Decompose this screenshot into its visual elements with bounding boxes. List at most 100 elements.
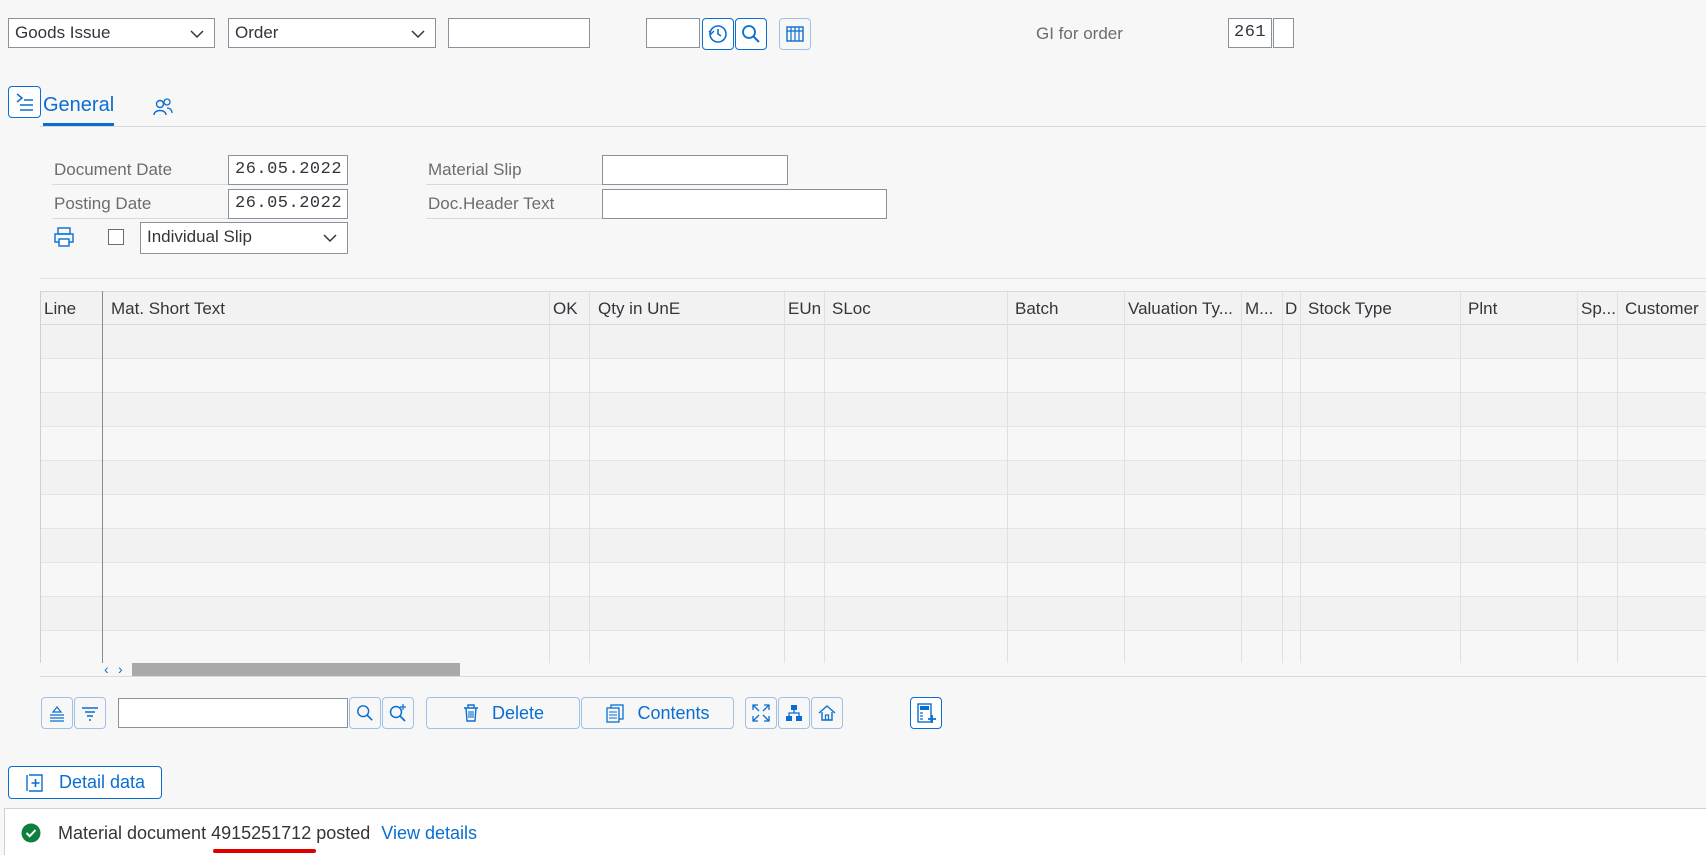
column-divider bbox=[1460, 291, 1461, 663]
message-suffix: posted bbox=[316, 823, 371, 843]
column-header[interactable]: Valuation Ty... bbox=[1124, 292, 1241, 326]
table-row[interactable] bbox=[40, 597, 1706, 631]
scrollbar-thumb[interactable] bbox=[132, 663, 460, 676]
delete-button[interactable]: Delete bbox=[426, 697, 580, 729]
document-date-input[interactable]: 26.05.2022 bbox=[228, 155, 348, 185]
table-row[interactable] bbox=[40, 631, 1706, 665]
reference-value: Order bbox=[235, 23, 279, 42]
history-button[interactable] bbox=[702, 18, 734, 50]
filter-button[interactable] bbox=[74, 697, 106, 729]
material-slip-line bbox=[426, 184, 602, 185]
search-button[interactable] bbox=[735, 18, 767, 50]
column-divider bbox=[1282, 291, 1283, 663]
collapse-header-icon bbox=[16, 93, 33, 111]
add-line-button[interactable] bbox=[910, 697, 942, 729]
table-header: Line Mat. Short Text OK Qty in UnE EUn S… bbox=[40, 291, 1706, 325]
settings-button[interactable] bbox=[779, 18, 811, 50]
detail-data-label: Detail data bbox=[59, 772, 146, 792]
material-slip-input[interactable] bbox=[602, 155, 788, 185]
table-row[interactable] bbox=[40, 359, 1706, 393]
column-divider bbox=[549, 291, 550, 663]
table-row[interactable] bbox=[40, 427, 1706, 461]
chevron-down-icon bbox=[323, 234, 337, 243]
contents-label: Contents bbox=[637, 702, 710, 723]
expand-details-icon bbox=[26, 773, 43, 792]
column-divider bbox=[102, 291, 103, 663]
column-header[interactable]: EUn bbox=[784, 292, 824, 326]
sort-ascending-icon bbox=[50, 706, 64, 722]
table-row[interactable] bbox=[40, 529, 1706, 563]
column-header[interactable]: Customer bbox=[1617, 292, 1706, 326]
calculator-plus-icon bbox=[917, 703, 936, 723]
movement-type-input[interactable]: 261 bbox=[1228, 18, 1272, 48]
column-divider bbox=[1617, 291, 1618, 663]
home-button[interactable] bbox=[811, 697, 843, 729]
column-header[interactable]: Line bbox=[40, 292, 102, 326]
column-header[interactable]: Qty in UnE bbox=[589, 292, 784, 326]
column-divider bbox=[1300, 291, 1301, 663]
reference-dropdown[interactable]: Order bbox=[228, 18, 436, 48]
doc-header-text-line bbox=[426, 218, 602, 219]
find-next-button[interactable] bbox=[382, 697, 414, 729]
document-date-label: Document Date bbox=[54, 160, 173, 179]
sort-ascending-button[interactable] bbox=[41, 697, 73, 729]
message-text: Material document 4915251712 posted View… bbox=[58, 823, 477, 844]
detail-data-button[interactable]: Detail data bbox=[8, 766, 162, 799]
column-header[interactable]: OK bbox=[549, 292, 589, 326]
toggle-header-button[interactable] bbox=[8, 86, 41, 118]
item-input[interactable] bbox=[646, 18, 700, 48]
column-header[interactable]: Batch bbox=[1007, 292, 1124, 326]
table-row[interactable] bbox=[40, 563, 1706, 597]
trash-icon bbox=[463, 704, 478, 722]
table-search-input[interactable] bbox=[118, 698, 348, 728]
scroll-right-arrow-icon[interactable]: › bbox=[118, 661, 123, 677]
hierarchy-button[interactable] bbox=[778, 697, 810, 729]
column-settings-icon bbox=[786, 26, 804, 42]
posting-date-line bbox=[52, 218, 228, 219]
tab-partners[interactable] bbox=[152, 96, 174, 123]
movement-type-extra-input[interactable] bbox=[1273, 18, 1294, 48]
print-icon[interactable] bbox=[53, 226, 75, 253]
table-body bbox=[40, 325, 1706, 665]
find-button[interactable] bbox=[349, 697, 381, 729]
print-checkbox[interactable] bbox=[108, 229, 124, 245]
action-value: Goods Issue bbox=[15, 23, 111, 42]
column-header[interactable]: Mat. Short Text bbox=[103, 292, 549, 326]
contents-button[interactable]: Contents bbox=[581, 697, 734, 729]
column-header[interactable]: Sp... bbox=[1577, 292, 1617, 326]
search-icon bbox=[357, 705, 373, 721]
hierarchy-icon bbox=[786, 705, 802, 721]
table-row[interactable] bbox=[40, 461, 1706, 495]
delete-label: Delete bbox=[491, 702, 545, 723]
material-slip-label: Material Slip bbox=[428, 160, 522, 179]
doc-header-text-label: Doc.Header Text bbox=[428, 194, 555, 213]
column-divider bbox=[589, 291, 590, 663]
table-row[interactable] bbox=[40, 393, 1706, 427]
column-header[interactable]: Stock Type bbox=[1300, 292, 1460, 326]
document-icon bbox=[606, 704, 625, 723]
scroll-left-arrow-icon[interactable]: ‹ bbox=[104, 661, 109, 677]
chevron-down-icon bbox=[190, 30, 204, 39]
message-prefix: Material document bbox=[58, 823, 207, 843]
search-plus-icon bbox=[389, 704, 406, 722]
tab-general[interactable]: General bbox=[43, 94, 115, 126]
column-divider bbox=[1241, 291, 1242, 663]
expand-button[interactable] bbox=[745, 697, 777, 729]
column-header[interactable]: Plnt bbox=[1460, 292, 1577, 326]
posting-date-label: Posting Date bbox=[54, 194, 152, 213]
action-dropdown[interactable]: Goods Issue bbox=[8, 18, 215, 48]
table-row[interactable] bbox=[40, 495, 1706, 529]
doc-header-text-input[interactable] bbox=[602, 189, 887, 219]
column-header[interactable]: M... bbox=[1241, 292, 1282, 326]
home-icon bbox=[818, 705, 836, 721]
people-icon bbox=[153, 98, 173, 116]
column-header[interactable]: SLoc bbox=[824, 292, 1007, 326]
column-header[interactable]: D bbox=[1282, 292, 1300, 326]
history-icon bbox=[708, 25, 727, 43]
print-option-dropdown[interactable]: Individual Slip bbox=[140, 222, 348, 254]
reference-number-input[interactable] bbox=[448, 18, 590, 48]
posting-date-input[interactable]: 26.05.2022 bbox=[228, 189, 348, 219]
view-details-link[interactable]: View details bbox=[381, 823, 477, 843]
table-row[interactable] bbox=[40, 325, 1706, 359]
column-divider bbox=[784, 291, 785, 663]
